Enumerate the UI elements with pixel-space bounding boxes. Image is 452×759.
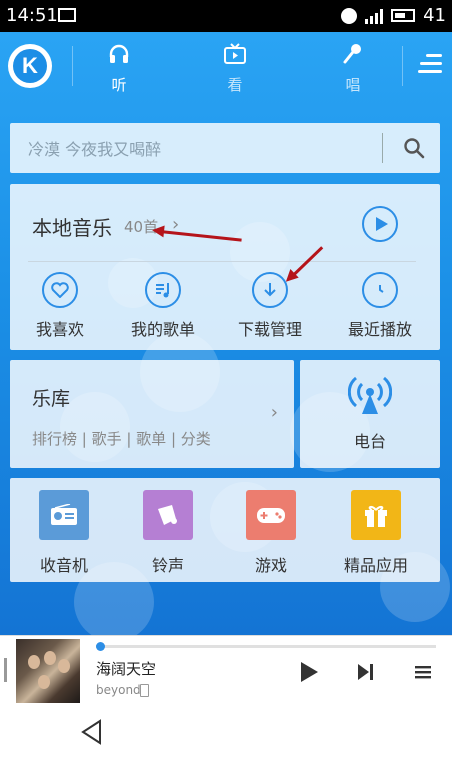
app-featured-apps-label: 精品应用 xyxy=(343,556,408,575)
status-time: 14:51 xyxy=(6,5,58,26)
alarm-icon xyxy=(341,7,358,24)
progress-bar[interactable] xyxy=(96,642,436,651)
music-library-card[interactable]: 乐库 排行榜 | 歌手 | 歌单 | 分类 › xyxy=(10,360,294,468)
recently-played-label: 最近播放 xyxy=(347,320,412,339)
playlist-icon xyxy=(145,272,181,308)
ringtone-icon xyxy=(143,490,193,540)
recently-played-button[interactable]: 最近播放 xyxy=(330,270,430,340)
app-ringtone[interactable]: 铃声 xyxy=(120,490,216,580)
search-icon xyxy=(404,138,425,159)
app-featured-apps[interactable]: 精品应用 xyxy=(328,490,424,580)
music-library-title: 乐库 xyxy=(32,388,71,410)
headphones-icon xyxy=(109,44,129,63)
tab-sing[interactable]: 唱 xyxy=(318,40,388,96)
search-bar xyxy=(10,123,440,173)
menu-button[interactable] xyxy=(418,54,442,76)
drag-handle[interactable] xyxy=(4,658,7,682)
my-playlists-button[interactable]: 我的歌单 xyxy=(113,270,213,340)
search-button[interactable] xyxy=(392,128,436,168)
tv-icon xyxy=(224,43,246,64)
album-art[interactable] xyxy=(16,639,80,703)
app-games[interactable]: 游戏 xyxy=(223,490,319,580)
broadcast-icon xyxy=(348,376,392,414)
tab-listen-label: 听 xyxy=(111,76,127,94)
kugou-logo[interactable]: K xyxy=(8,44,52,88)
gift-icon xyxy=(351,490,401,540)
top-navigation: K 听 看 唱 xyxy=(0,32,452,100)
mini-player: 海阔天空 beyond xyxy=(0,635,452,706)
status-bar: 14:51 41 xyxy=(0,0,452,32)
heart-icon xyxy=(42,272,78,308)
radio-station-card[interactable]: 电台 xyxy=(300,360,440,468)
progress-handle[interactable] xyxy=(96,642,105,651)
tab-listen[interactable]: 听 xyxy=(84,40,154,96)
play-all-button[interactable] xyxy=(362,206,398,242)
favorites-label: 我喜欢 xyxy=(35,320,84,339)
radio-station-label: 电台 xyxy=(353,432,386,451)
music-library-tags: 排行榜 | 歌手 | 歌单 | 分类 xyxy=(32,430,211,448)
download-manager-label: 下载管理 xyxy=(237,320,302,339)
app-main-area: K 听 看 唱 本地音乐 40首 › xyxy=(0,32,452,635)
phone-icon xyxy=(140,684,149,697)
tab-watch-label: 看 xyxy=(227,76,243,94)
favorites-button[interactable]: 我喜欢 xyxy=(10,270,110,340)
tab-watch[interactable]: 看 xyxy=(200,40,270,96)
song-title: 海阔天空 xyxy=(96,660,157,678)
gamepad-icon xyxy=(246,490,296,540)
radio-icon xyxy=(39,490,89,540)
app-ringtone-label: 铃声 xyxy=(151,556,184,575)
playlist-queue-button[interactable] xyxy=(414,660,432,684)
search-input[interactable] xyxy=(26,133,370,165)
app-radio[interactable]: 收音机 xyxy=(16,490,112,580)
back-icon[interactable] xyxy=(80,719,104,745)
chevron-right-icon: › xyxy=(270,402,278,423)
tab-sing-label: 唱 xyxy=(345,76,361,94)
play-button[interactable] xyxy=(298,660,320,684)
battery-level: 41 xyxy=(423,5,446,26)
battery-icon xyxy=(391,9,416,22)
microphone-icon xyxy=(343,44,361,64)
artist-name: beyond xyxy=(96,683,141,697)
app-games-label: 游戏 xyxy=(254,556,287,575)
next-track-button[interactable] xyxy=(356,660,376,684)
local-music-card[interactable]: 本地音乐 40首 › 我喜欢 我的歌单 下载管理 最近播放 xyxy=(10,184,440,350)
clock-icon xyxy=(362,272,398,308)
signal-icon xyxy=(365,8,384,24)
image-notification-icon xyxy=(58,8,76,22)
app-radio-label: 收音机 xyxy=(39,556,88,575)
download-manager-button[interactable]: 下载管理 xyxy=(220,270,320,340)
local-music-title: 本地音乐 xyxy=(32,216,112,240)
feature-apps-card: 收音机 铃声 游戏 精品应用 xyxy=(10,478,440,582)
my-playlists-label: 我的歌单 xyxy=(130,320,195,339)
system-navigation-bar xyxy=(0,705,452,759)
